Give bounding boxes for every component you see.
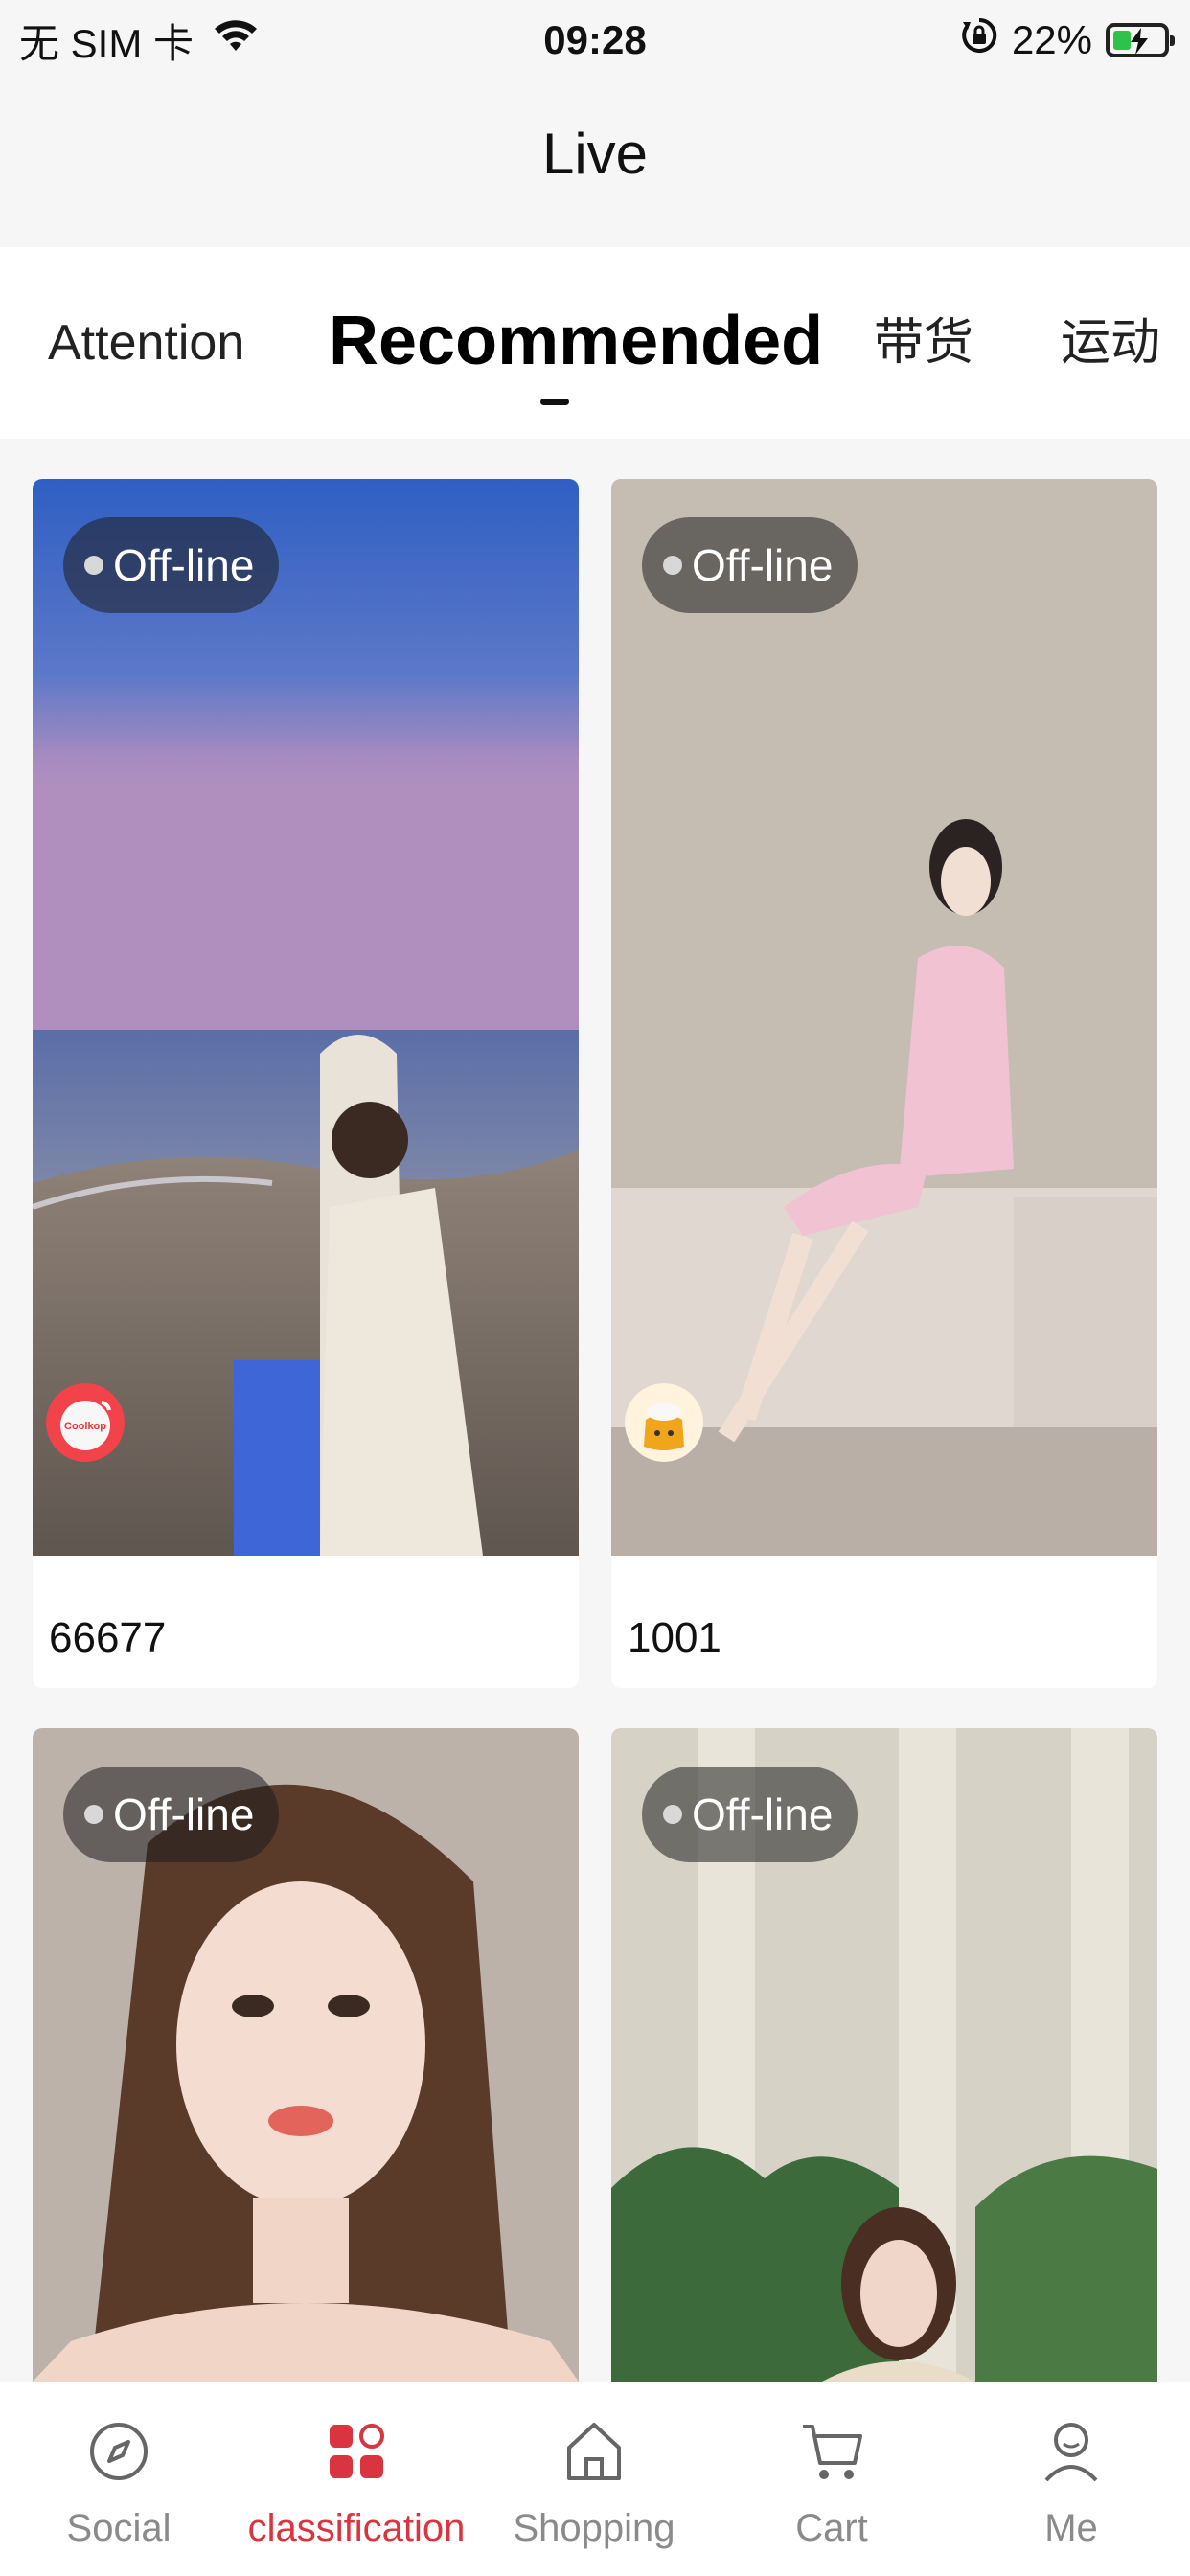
bottom-tab-cart[interactable]: Cart: [713, 2382, 950, 2576]
status-label: Off-line: [113, 1790, 255, 1839]
bottom-tab-classification[interactable]: classification: [238, 2382, 475, 2576]
compass-icon: [90, 2423, 148, 2480]
tab-yundong[interactable]: 运动: [1061, 247, 1160, 439]
battery-icon: [1106, 23, 1175, 57]
home-icon: [567, 2423, 621, 2480]
bottom-tab-label: Cart: [795, 2507, 868, 2549]
tab-recommended[interactable]: Recommended: [329, 247, 823, 439]
streamer-name: 66677: [49, 1614, 167, 1661]
bottom-tab-label: classification: [247, 2507, 466, 2549]
status-badge: Off-line: [63, 1767, 280, 1862]
live-card[interactable]: Off-line Coolkop 66677: [33, 479, 579, 1688]
bottom-tab-shopping[interactable]: Shopping: [475, 2382, 713, 2576]
status-right: 22%: [960, 13, 1175, 67]
bottom-tab-me[interactable]: Me: [952, 2382, 1190, 2576]
status-dot: [84, 556, 103, 575]
grid-icon: [330, 2424, 384, 2478]
live-card[interactable]: Off-line: [611, 1728, 1157, 2382]
status-bar: 无 SIM 卡 09:28 22%: [0, 0, 1190, 80]
nav-bar: Live: [0, 80, 1190, 247]
bottom-tab-social[interactable]: Social: [0, 2382, 238, 2576]
bottom-tab-label: Me: [1044, 2507, 1098, 2549]
tab-daihuo[interactable]: 带货: [874, 247, 973, 439]
orientation-lock-icon: [960, 16, 998, 64]
page-title: Live: [541, 122, 649, 186]
status-badge: Off-line: [642, 1767, 858, 1862]
live-card[interactable]: Off-line: [33, 1728, 579, 2382]
status-label: Off-line: [692, 1790, 834, 1839]
streamer-avatar[interactable]: Coolkop: [46, 1383, 125, 1462]
avatar-text: Coolkop: [64, 1421, 106, 1432]
category-tabs: Attention Recommended 带货 运动: [0, 247, 1190, 439]
cart-icon: [803, 2425, 862, 2479]
status-label: Off-line: [113, 540, 255, 590]
live-card[interactable]: Off-line 1001: [611, 479, 1157, 1688]
user-icon: [1044, 2423, 1098, 2482]
streamer-avatar[interactable]: [625, 1383, 703, 1462]
status-label: Off-line: [692, 540, 834, 590]
bottom-tab-bar: Social classification Shopping Cart Me: [0, 2382, 1190, 2576]
live-thumbnail: [611, 479, 1157, 1556]
tab-active-indicator: [540, 399, 569, 405]
bottom-tab-label: Shopping: [513, 2507, 675, 2549]
status-dot: [663, 1805, 682, 1824]
tab-attention[interactable]: Attention: [48, 247, 244, 439]
streamer-name: 1001: [628, 1614, 721, 1661]
status-dot: [84, 1805, 103, 1824]
status-badge: Off-line: [63, 517, 280, 613]
bottom-tab-label: Social: [66, 2507, 172, 2549]
status-badge: Off-line: [642, 517, 858, 613]
battery-percent: 22%: [1011, 17, 1092, 62]
live-thumbnail: [33, 479, 579, 1556]
status-dot: [663, 556, 682, 575]
